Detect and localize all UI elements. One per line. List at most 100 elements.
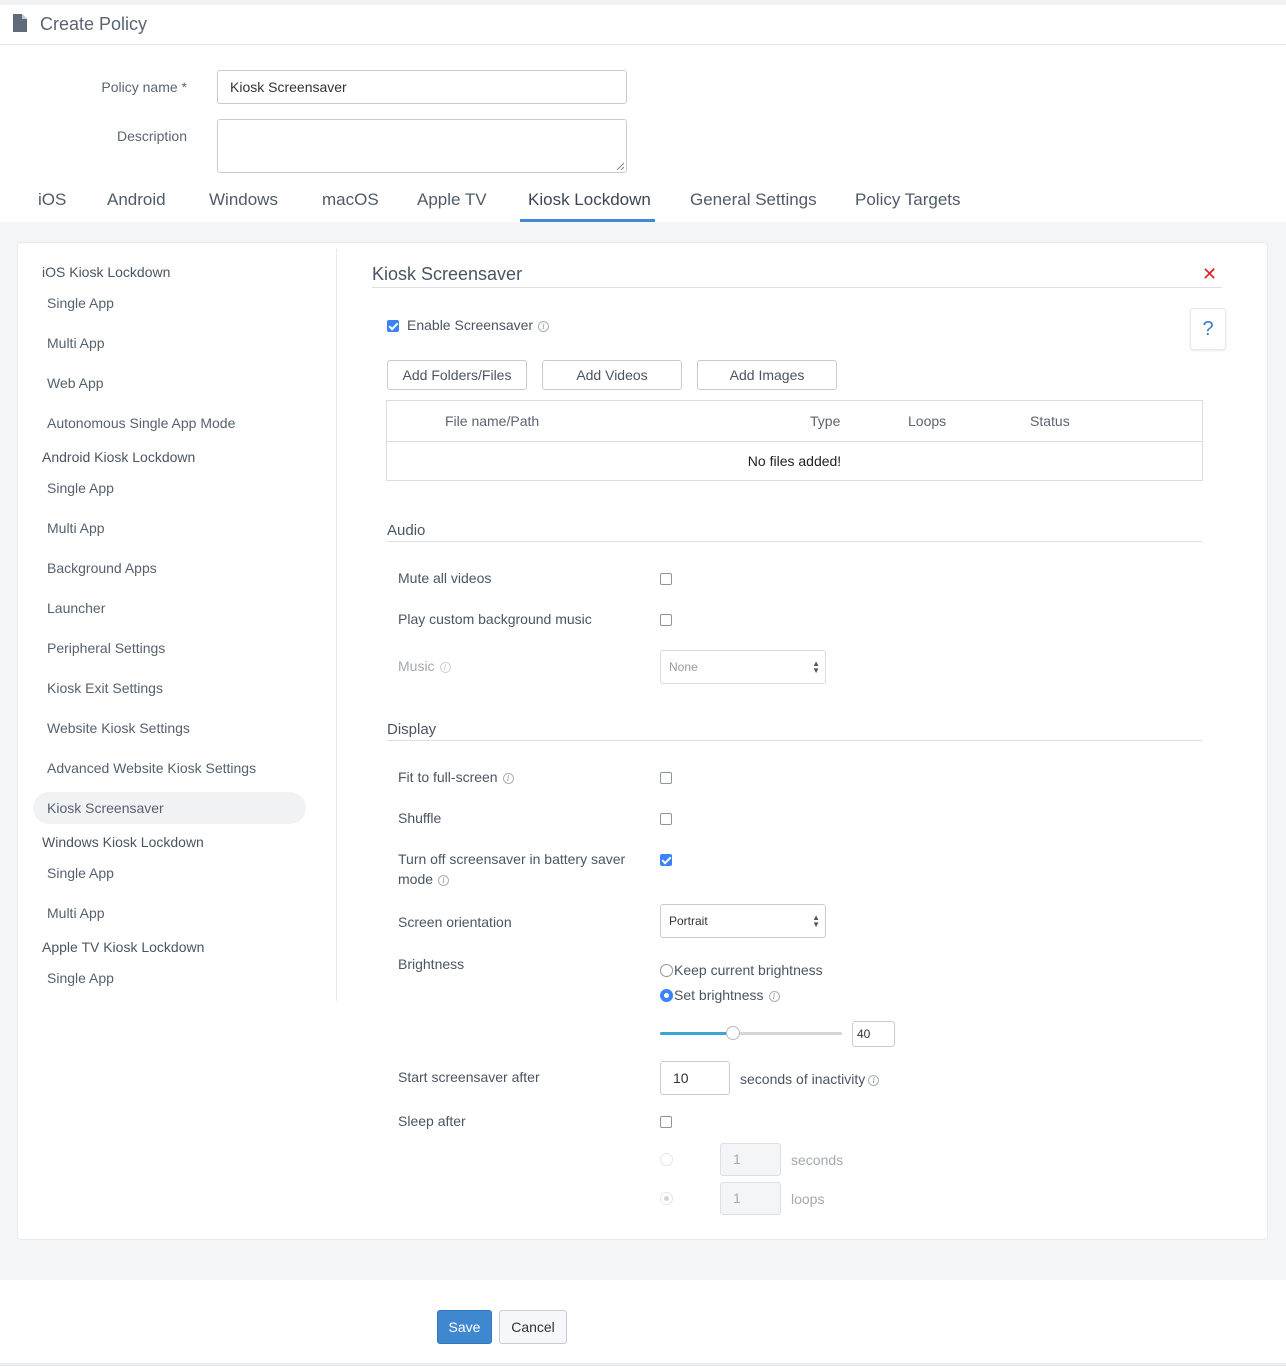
sidebar-item-android-single-app[interactable]: Single App (47, 480, 114, 496)
mute-videos-checkbox[interactable] (660, 573, 672, 585)
policy-name-label: Policy name * (101, 79, 187, 95)
music-label: Music i (398, 658, 451, 674)
sidebar-item-apple-tv-single-app[interactable]: Single App (47, 970, 114, 986)
table-empty-message: No files added! (747, 453, 842, 469)
enable-screensaver-label: Enable Screensaver i (407, 317, 550, 333)
screen-orientation-label: Screen orientation (398, 914, 512, 930)
sidebar-item-android-multi-app[interactable]: Multi App (47, 520, 105, 536)
tab-apple-tv[interactable]: Apple TV (417, 190, 487, 210)
files-table: File name/Path Type Loops Status No file… (386, 400, 1203, 481)
set-brightness-radio[interactable] (660, 989, 673, 1002)
brightness-slider-fill (660, 1032, 733, 1035)
music-select[interactable]: None ▲ ▼ (660, 650, 826, 684)
cancel-button[interactable]: Cancel (499, 1310, 567, 1344)
close-icon[interactable]: ✕ (1202, 264, 1217, 285)
sleep-seconds-radio[interactable] (660, 1153, 673, 1166)
fit-fullscreen-label: Fit to full-screen i (398, 769, 514, 785)
column-loops[interactable]: Loops (908, 413, 946, 429)
settings-panel (17, 242, 1268, 1240)
tab-kiosk-lockdown[interactable]: Kiosk Lockdown (528, 190, 651, 210)
sidebar-item-launcher[interactable]: Launcher (47, 600, 105, 616)
display-divider (387, 740, 1202, 741)
column-file-name[interactable]: File name/Path (445, 413, 539, 429)
section-divider (372, 287, 1222, 288)
battery-saver-label-line1: Turn off screensaver in battery saver (398, 851, 626, 867)
start-screensaver-input[interactable]: 10 (660, 1061, 730, 1095)
inactivity-suffix: seconds of inactivity i (740, 1071, 880, 1087)
info-icon[interactable]: i (438, 875, 450, 886)
tab-policy-targets[interactable]: Policy Targets (855, 190, 961, 210)
sidebar-item-ios-web-app[interactable]: Web App (47, 375, 104, 391)
mute-videos-label: Mute all videos (398, 570, 492, 586)
sleep-loops-input[interactable]: 1 (720, 1182, 781, 1215)
table-header: File name/Path Type Loops Status (387, 401, 1202, 442)
audio-heading: Audio (387, 522, 426, 539)
info-icon[interactable]: i (538, 321, 550, 332)
info-icon[interactable]: i (439, 662, 451, 673)
sidebar-item-advanced-website-kiosk[interactable]: Advanced Website Kiosk Settings (47, 760, 256, 776)
start-screensaver-label: Start screensaver after (398, 1069, 540, 1085)
add-videos-button[interactable]: Add Videos (542, 360, 682, 390)
platform-tabs: iOS Android Windows macOS Apple TV Kiosk… (0, 184, 1286, 222)
tab-android[interactable]: Android (107, 190, 166, 210)
sidebar-item-peripheral-settings[interactable]: Peripheral Settings (47, 640, 165, 656)
info-icon[interactable]: i (868, 1075, 880, 1086)
brightness-value-input[interactable]: 40 (852, 1021, 895, 1047)
enable-screensaver-checkbox[interactable] (387, 320, 399, 332)
set-brightness-label: Set brightness i (674, 987, 780, 1003)
battery-saver-label-line2: mode i (398, 871, 450, 887)
sidebar-group-ios[interactable]: iOS Kiosk Lockdown (42, 264, 170, 280)
page-header: Create Policy (0, 5, 1286, 45)
sidebar-item-ios-autonomous[interactable]: Autonomous Single App Mode (47, 415, 235, 431)
custom-music-label: Play custom background music (398, 611, 592, 627)
battery-saver-checkbox[interactable] (660, 854, 672, 866)
description-label: Description (116, 128, 187, 144)
brightness-slider[interactable] (660, 1026, 842, 1040)
sleep-seconds-suffix: seconds (791, 1152, 844, 1168)
sidebar-item-windows-multi-app[interactable]: Multi App (47, 905, 105, 921)
shuffle-checkbox[interactable] (660, 813, 672, 825)
sleep-after-label: Sleep after (398, 1113, 466, 1129)
page-title: Create Policy (40, 14, 148, 34)
custom-music-checkbox[interactable] (660, 614, 672, 626)
tab-general-settings[interactable]: General Settings (690, 190, 817, 210)
add-images-button[interactable]: Add Images (697, 360, 837, 390)
keep-brightness-label: Keep current brightness (674, 962, 823, 978)
sidebar-item-kiosk-exit-settings[interactable]: Kiosk Exit Settings (47, 680, 163, 696)
keep-brightness-radio[interactable] (660, 964, 673, 977)
sleep-loops-radio[interactable] (660, 1192, 673, 1205)
brightness-slider-handle[interactable] (725, 1026, 740, 1040)
tab-windows[interactable]: Windows (209, 190, 278, 210)
tab-macos[interactable]: macOS (322, 190, 379, 210)
description-textarea[interactable] (217, 119, 627, 173)
sidebar-item-background-apps[interactable]: Background Apps (47, 560, 157, 576)
sidebar-item-ios-multi-app[interactable]: Multi App (47, 335, 105, 351)
sleep-after-checkbox[interactable] (660, 1116, 672, 1128)
save-button[interactable]: Save (437, 1310, 492, 1344)
sidebar-divider (336, 249, 337, 1001)
sidebar-item-website-kiosk-settings[interactable]: Website Kiosk Settings (47, 720, 190, 736)
audio-divider (387, 541, 1202, 542)
sidebar-group-android[interactable]: Android Kiosk Lockdown (42, 449, 195, 465)
policy-name-input[interactable]: Kiosk Screensaver (217, 70, 627, 104)
tab-ios[interactable]: iOS (38, 190, 66, 210)
sidebar-group-windows[interactable]: Windows Kiosk Lockdown (42, 834, 204, 850)
add-folders-files-button[interactable]: Add Folders/Files (387, 360, 527, 390)
resize-grip-icon[interactable] (616, 162, 624, 170)
info-icon[interactable]: i (768, 991, 780, 1002)
sidebar-item-ios-single-app[interactable]: Single App (47, 295, 114, 311)
help-button[interactable]: ? (1190, 308, 1226, 350)
select-arrows-icon: ▲ ▼ (812, 913, 820, 929)
fit-fullscreen-checkbox[interactable] (660, 772, 672, 784)
brightness-label: Brightness (398, 956, 465, 972)
info-icon[interactable]: i (502, 773, 514, 784)
screen-orientation-select[interactable]: Portrait ▲ ▼ (660, 904, 826, 938)
sleep-seconds-input[interactable]: 1 (720, 1143, 781, 1176)
column-status[interactable]: Status (1030, 413, 1070, 429)
sidebar-group-apple-tv[interactable]: Apple TV Kiosk Lockdown (42, 939, 204, 955)
sidebar-item-windows-single-app[interactable]: Single App (47, 865, 114, 881)
sidebar-item-kiosk-screensaver[interactable]: Kiosk Screensaver (47, 800, 164, 816)
shuffle-label: Shuffle (398, 810, 442, 826)
column-type[interactable]: Type (810, 413, 840, 429)
section-title: Kiosk Screensaver (372, 264, 523, 284)
